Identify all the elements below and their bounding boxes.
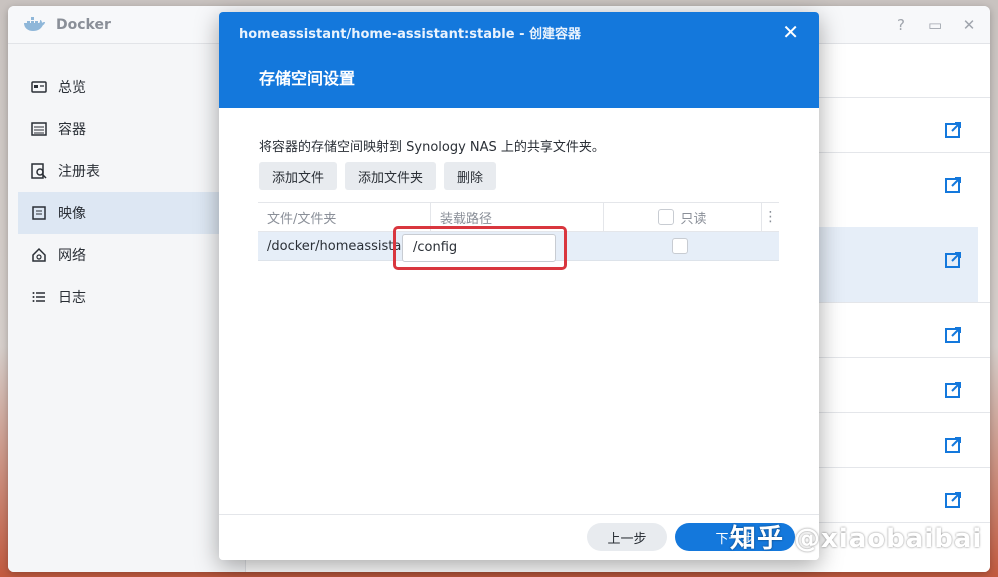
- watermark: 知乎 @xiaobaibai: [730, 524, 983, 554]
- sidebar-item-network[interactable]: 网络: [8, 234, 245, 276]
- add-folder-button[interactable]: 添加文件夹: [345, 162, 437, 190]
- storage-description: 将容器的存储空间映射到 Synology NAS 上的共享文件夹。: [259, 140, 605, 155]
- readonly-checkbox[interactable]: [672, 238, 688, 254]
- readonly-label: 只读: [680, 211, 707, 227]
- open-external-icon[interactable]: [944, 491, 962, 509]
- dialog-header: homeassistant/home-assistant:stable - 创建…: [219, 12, 819, 108]
- sidebar-item-log[interactable]: 日志: [8, 276, 245, 318]
- open-external-icon[interactable]: [944, 381, 962, 399]
- open-external-icon[interactable]: [944, 436, 962, 454]
- close-window-icon[interactable]: ✕: [962, 16, 976, 34]
- readonly-cell: [604, 232, 762, 260]
- help-icon[interactable]: ?: [894, 16, 908, 34]
- sidebar: 总览 容器 注册表 映像 网络 日志: [8, 44, 245, 572]
- highlight-box: [393, 226, 567, 270]
- sidebar-item-label: 总览: [58, 80, 86, 96]
- maximize-icon[interactable]: ▭: [928, 16, 942, 34]
- sidebar-item-overview[interactable]: 总览: [8, 66, 245, 108]
- toolbar: 添加文件 添加文件夹 删除: [259, 162, 497, 190]
- open-external-icon[interactable]: [944, 176, 962, 194]
- delete-button[interactable]: 删除: [444, 162, 497, 190]
- create-container-dialog: homeassistant/home-assistant:stable - 创建…: [219, 12, 819, 560]
- sidebar-item-label: 容器: [58, 122, 86, 138]
- overview-icon: [30, 79, 48, 95]
- sidebar-item-registry[interactable]: 注册表: [8, 150, 245, 192]
- dialog-subtitle: 存储空间设置: [259, 69, 356, 88]
- column-header-readonly[interactable]: 只读: [604, 203, 762, 231]
- row-spacer: [762, 232, 779, 260]
- sidebar-item-container[interactable]: 容器: [8, 108, 245, 150]
- sidebar-item-label: 网络: [58, 248, 86, 264]
- log-icon: [30, 289, 48, 305]
- dialog-footer: 上一步 下一步: [219, 514, 819, 560]
- network-icon: [30, 247, 48, 263]
- open-external-icon[interactable]: [944, 121, 962, 139]
- previous-button[interactable]: 上一步: [587, 523, 667, 551]
- column-menu-icon[interactable]: ⋮: [762, 203, 779, 231]
- open-external-icon[interactable]: [944, 251, 962, 269]
- open-external-icon[interactable]: [944, 326, 962, 344]
- readonly-all-checkbox[interactable]: [658, 209, 675, 225]
- close-icon[interactable]: ✕: [782, 20, 799, 44]
- sidebar-item-image[interactable]: 映像: [18, 192, 245, 234]
- sidebar-item-label: 映像: [58, 206, 86, 222]
- image-icon: [30, 205, 48, 221]
- container-icon: [30, 121, 48, 137]
- docker-logo-icon: [22, 16, 46, 34]
- app-title: Docker: [56, 16, 111, 33]
- sidebar-item-label: 日志: [58, 290, 86, 306]
- add-file-button[interactable]: 添加文件: [259, 162, 338, 190]
- dialog-title: homeassistant/home-assistant:stable - 创建…: [239, 27, 581, 42]
- sidebar-item-label: 注册表: [58, 164, 100, 180]
- registry-icon: [30, 163, 48, 179]
